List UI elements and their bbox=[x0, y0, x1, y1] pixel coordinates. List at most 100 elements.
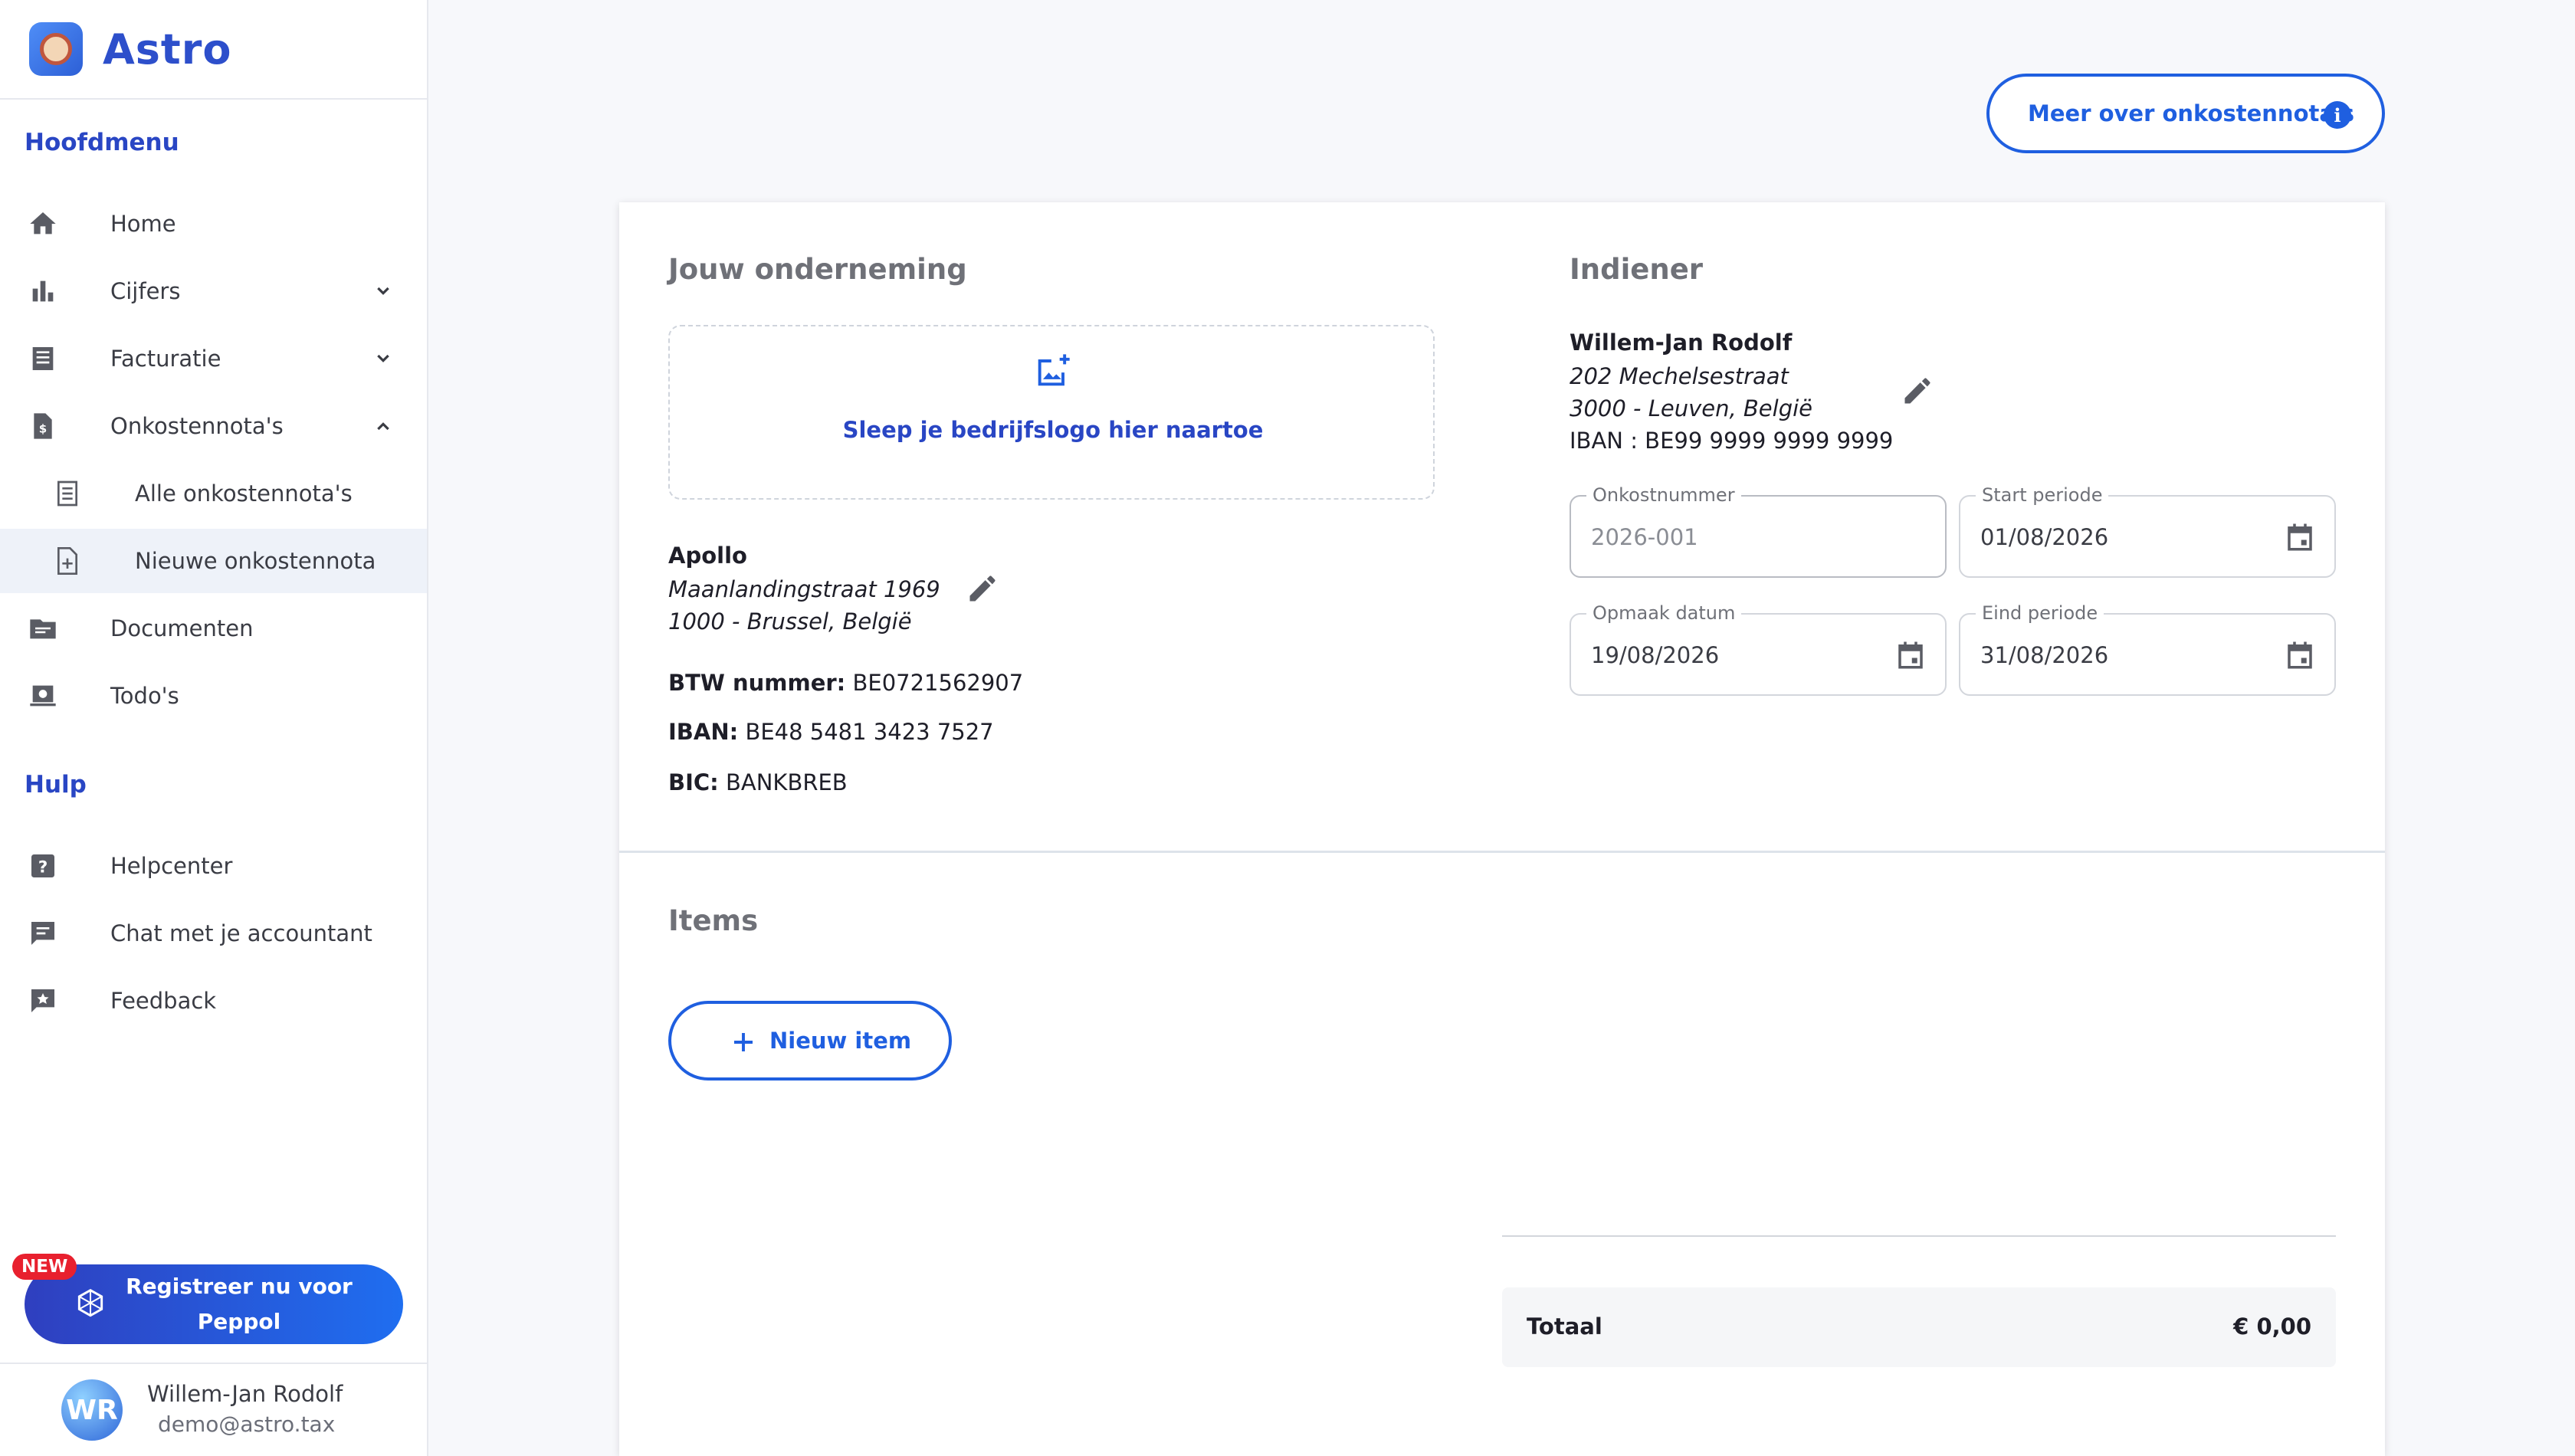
field-value: 01/08/2026 bbox=[1980, 524, 2109, 550]
expense-document-icon: $ bbox=[28, 411, 58, 441]
submitter-title: Indiener bbox=[1570, 253, 1704, 286]
brand-name: Astro bbox=[103, 25, 232, 74]
main-menu-title: Hoofdmenu bbox=[25, 129, 179, 156]
total-row: Totaal € 0,00 bbox=[1502, 1287, 2336, 1367]
info-icon: i bbox=[2324, 101, 2351, 129]
list-document-icon bbox=[52, 478, 83, 509]
end-period-field[interactable]: Eind periode 31/08/2026 bbox=[1959, 602, 2336, 696]
sidebar-item-label: Facturatie bbox=[110, 346, 221, 372]
sidebar-item-helpcenter[interactable]: ? Helpcenter bbox=[0, 834, 427, 898]
total-value: € 0,00 bbox=[2233, 1313, 2311, 1340]
company-title: Jouw onderneming bbox=[668, 253, 967, 286]
company-street: Maanlandingstraat 1969 bbox=[668, 576, 940, 602]
creation-date-field[interactable]: Opmaak datum 19/08/2026 bbox=[1570, 602, 1947, 696]
sidebar-item-label: Home bbox=[110, 211, 176, 237]
field-label: Onkostnummer bbox=[1586, 484, 1741, 506]
user-email: demo@astro.tax bbox=[158, 1412, 336, 1437]
peppol-label: Registreer nu voor Peppol bbox=[124, 1269, 354, 1340]
sidebar-item-alle-onkostennotas[interactable]: Alle onkostennota's bbox=[0, 461, 427, 526]
new-item-button[interactable]: Nieuw item bbox=[668, 1001, 952, 1081]
svg-text:$: $ bbox=[39, 421, 47, 435]
company-iban: IBAN: BE48 5481 3423 7527 bbox=[668, 719, 994, 745]
avatar: WR bbox=[61, 1379, 123, 1441]
peppol-line-1: Registreer nu voor bbox=[126, 1274, 353, 1299]
user-name: Willem-Jan Rodolf bbox=[147, 1381, 343, 1407]
start-period-field[interactable]: Start periode 01/08/2026 bbox=[1959, 484, 2336, 578]
submitter-iban: IBAN : BE99 9999 9999 9999 bbox=[1570, 428, 1894, 454]
sidebar-item-feedback[interactable]: Feedback bbox=[0, 969, 427, 1033]
field-label: Eind periode bbox=[1976, 602, 2104, 624]
peppol-icon bbox=[74, 1287, 107, 1321]
company-city: 1000 - Brussel, België bbox=[668, 608, 912, 635]
edit-submitter-icon[interactable] bbox=[1901, 374, 1934, 408]
sidebar-item-label: Helpcenter bbox=[110, 853, 233, 879]
brand[interactable]: Astro bbox=[0, 0, 427, 100]
sidebar-item-label: Documenten bbox=[110, 615, 254, 641]
sidebar-item-home[interactable]: Home bbox=[0, 192, 427, 256]
total-divider bbox=[1502, 1235, 2336, 1237]
sidebar-item-label: Nieuwe onkostennota bbox=[135, 548, 376, 574]
sidebar: Astro Hoofdmenu Home Cijfers Facturatie … bbox=[0, 0, 428, 1456]
chat-icon bbox=[28, 918, 58, 949]
expense-number-field[interactable]: Onkostnummer 2026-001 bbox=[1570, 484, 1947, 578]
calendar-icon[interactable] bbox=[1894, 639, 1927, 671]
sidebar-item-label: Cijfers bbox=[110, 278, 181, 304]
iban-value: BE48 5481 3423 7527 bbox=[745, 719, 994, 745]
sidebar-item-cijfers[interactable]: Cijfers bbox=[0, 259, 427, 323]
logo-drop-label: Sleep je bedrijfslogo hier naartoe bbox=[842, 417, 1264, 443]
sidebar-item-chat[interactable]: Chat met je accountant bbox=[0, 901, 427, 966]
help-title: Hulp bbox=[25, 771, 87, 799]
items-title: Items bbox=[668, 904, 759, 937]
company-bic: BIC: BANKBREB bbox=[668, 769, 848, 795]
sidebar-item-onkostennotas[interactable]: $ Onkostennota's bbox=[0, 394, 427, 458]
chevron-up-icon[interactable] bbox=[371, 414, 395, 438]
peppol-line-2: Peppol bbox=[197, 1309, 281, 1334]
more-about-expense-notes-button[interactable]: Meer over onkostennota's i bbox=[1986, 74, 2385, 153]
home-icon bbox=[28, 208, 58, 239]
bar-chart-icon bbox=[28, 276, 58, 307]
field-value: 19/08/2026 bbox=[1591, 642, 1720, 668]
calendar-icon[interactable] bbox=[2284, 521, 2316, 553]
section-divider bbox=[619, 851, 2385, 853]
sidebar-item-label: Chat met je accountant bbox=[110, 920, 372, 946]
feedback-icon bbox=[28, 985, 58, 1016]
vat-value: BE0721562907 bbox=[852, 670, 1024, 696]
field-value: 2026-001 bbox=[1591, 524, 1698, 550]
sidebar-item-label: Alle onkostennota's bbox=[135, 480, 353, 507]
field-value: 31/08/2026 bbox=[1980, 642, 2109, 668]
submitter-street: 202 Mechelsestraat bbox=[1570, 363, 1789, 389]
todo-icon bbox=[28, 680, 58, 711]
field-label: Opmaak datum bbox=[1586, 602, 1742, 624]
sidebar-item-label: Feedback bbox=[110, 988, 217, 1014]
submitter-city: 3000 - Leuven, België bbox=[1570, 395, 1813, 421]
sidebar-item-nieuwe-onkostennota[interactable]: Nieuwe onkostennota bbox=[0, 529, 427, 593]
bic-value: BANKBREB bbox=[726, 769, 848, 795]
help-icon: ? bbox=[28, 851, 58, 881]
peppol-register-button[interactable]: Registreer nu voor Peppol bbox=[25, 1264, 403, 1344]
vat-label: BTW nummer: bbox=[668, 670, 846, 696]
calendar-icon[interactable] bbox=[2284, 639, 2316, 671]
sidebar-item-todos[interactable]: Todo's bbox=[0, 664, 427, 728]
chevron-down-icon[interactable] bbox=[371, 279, 395, 303]
company-vat: BTW nummer: BE0721562907 bbox=[668, 670, 1023, 696]
logo-drop-zone[interactable]: Sleep je bedrijfslogo hier naartoe bbox=[668, 325, 1435, 500]
new-badge: NEW bbox=[12, 1254, 77, 1280]
user-profile[interactable]: WR Willem-Jan Rodolf demo@astro.tax bbox=[0, 1363, 427, 1456]
iban-label: IBAN: bbox=[668, 719, 739, 745]
sidebar-item-label: Todo's bbox=[110, 683, 179, 709]
total-label: Totaal bbox=[1527, 1313, 1602, 1340]
astro-logo-icon bbox=[29, 22, 83, 76]
info-button-label: Meer over onkostennota's bbox=[2028, 100, 2355, 126]
chevron-down-icon[interactable] bbox=[371, 346, 395, 371]
receipt-icon bbox=[28, 343, 58, 374]
edit-company-icon[interactable] bbox=[966, 572, 999, 605]
folder-icon bbox=[28, 613, 58, 644]
add-image-icon bbox=[1033, 351, 1073, 391]
sidebar-item-documenten[interactable]: Documenten bbox=[0, 596, 427, 661]
sidebar-item-facturatie[interactable]: Facturatie bbox=[0, 326, 427, 391]
add-document-icon bbox=[52, 546, 83, 576]
plus-icon bbox=[730, 1028, 757, 1056]
new-item-label: Nieuw item bbox=[769, 1028, 912, 1054]
submitter-name: Willem-Jan Rodolf bbox=[1570, 330, 1793, 356]
expense-note-card: Jouw onderneming Sleep je bedrijfslogo h… bbox=[619, 202, 2385, 1456]
